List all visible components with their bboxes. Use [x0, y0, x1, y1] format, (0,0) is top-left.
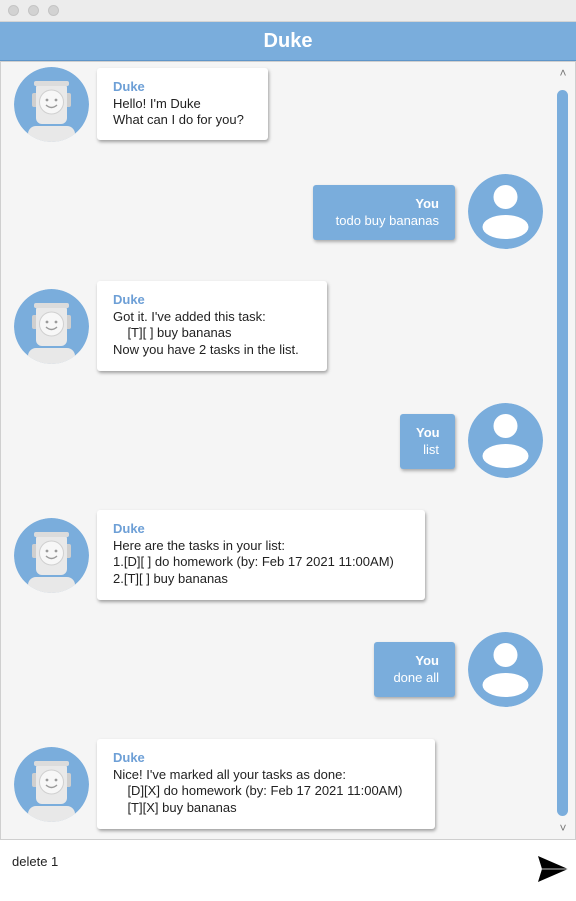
chevron-down-icon[interactable]: ˅ [556, 822, 570, 834]
duke-message-bubble: Duke Here are the tasks in your list: 1.… [97, 510, 425, 600]
user-icon [468, 403, 543, 478]
sender-name: You [415, 653, 439, 668]
message-line: Nice! I've marked all your tasks as done… [113, 766, 346, 782]
sender-name: Duke [113, 750, 145, 765]
user-avatar [468, 632, 543, 707]
message-line: [T][X] buy bananas [113, 799, 237, 815]
message-line: 1.[D][ ] do homework (by: Feb 17 2021 11… [113, 554, 394, 569]
message-line: 2.[T][ ] buy bananas [113, 570, 228, 586]
message-input[interactable] [12, 852, 512, 870]
duke-avatar [14, 518, 89, 593]
robot-icon [14, 289, 89, 364]
message-line: Got it. I've added this task: [113, 308, 266, 324]
user-icon [468, 174, 543, 249]
message-line: Hello! I'm Duke [113, 95, 201, 111]
send-button[interactable] [534, 852, 572, 886]
sender-name: Duke [113, 292, 145, 307]
input-bar [0, 841, 576, 901]
user-icon [468, 632, 543, 707]
chevron-up-icon[interactable]: ˄ [556, 67, 570, 79]
user-message-bubble: You todo buy bananas [313, 185, 455, 240]
robot-icon [14, 67, 89, 142]
app-header: Duke [0, 22, 576, 61]
close-window-button[interactable] [8, 5, 19, 16]
user-message-bubble: You done all [374, 642, 455, 697]
user-avatar [468, 403, 543, 478]
sender-name: Duke [113, 521, 145, 536]
sender-name: Duke [113, 79, 145, 94]
duke-avatar [14, 289, 89, 364]
message-line: What can I do for you? [113, 112, 244, 127]
duke-message-bubble: Duke Hello! I'm Duke What can I do for y… [97, 68, 268, 140]
send-icon [538, 856, 568, 882]
message-line: todo buy bananas [335, 212, 439, 228]
duke-avatar [14, 67, 89, 142]
message-line: Here are the tasks in your list: [113, 537, 285, 553]
user-message-bubble: You list [400, 414, 455, 469]
minimize-window-button[interactable] [28, 5, 39, 16]
message-line: done all [393, 669, 439, 685]
sender-name: You [415, 196, 439, 211]
message-line: Now you have 2 tasks in the list. [113, 341, 299, 357]
app-title: Duke [263, 29, 313, 52]
robot-icon [14, 747, 89, 822]
duke-message-bubble: Duke Nice! I've marked all your tasks as… [97, 739, 435, 829]
message-line: [D][X] do homework (by: Feb 17 2021 11:0… [113, 783, 403, 798]
scrollbar-thumb[interactable] [557, 90, 568, 816]
message-line: [T][ ] buy bananas [113, 325, 232, 340]
user-avatar [468, 174, 543, 249]
window-titlebar [0, 0, 576, 22]
duke-avatar [14, 747, 89, 822]
zoom-window-button[interactable] [48, 5, 59, 16]
message-line: list [423, 441, 439, 457]
duke-message-bubble: Duke Got it. I've added this task: [T][ … [97, 281, 327, 371]
robot-icon [14, 518, 89, 593]
sender-name: You [416, 425, 440, 440]
